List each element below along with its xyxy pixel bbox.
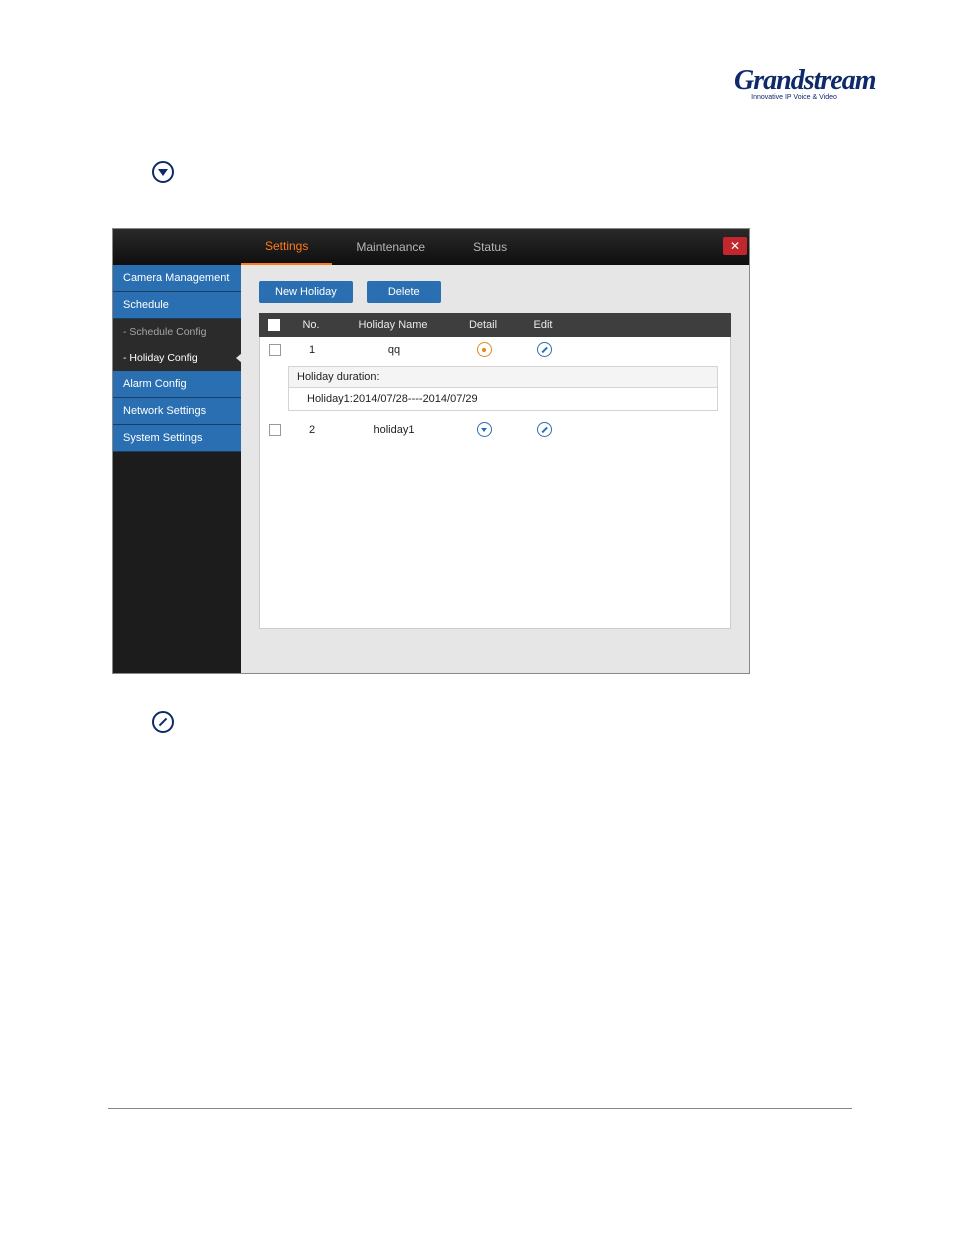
logo-brand: Grandstream bbox=[734, 70, 854, 92]
close-button[interactable]: ✕ bbox=[723, 237, 747, 255]
content-panel: New Holiday Delete No. Holiday Name Deta… bbox=[241, 265, 749, 673]
sidebar: Camera Management Schedule - Schedule Co… bbox=[113, 265, 241, 673]
footer-divider bbox=[108, 1108, 852, 1109]
table-header: No. Holiday Name Detail Edit bbox=[259, 313, 731, 337]
detail-panel: Holiday duration: Holiday1:2014/07/28---… bbox=[288, 366, 718, 411]
detail-icon[interactable] bbox=[477, 342, 492, 357]
sidebar-item-system[interactable]: System Settings bbox=[113, 425, 241, 452]
sidebar-item-camera[interactable]: Camera Management bbox=[113, 265, 241, 292]
detail-value: Holiday1:2014/07/28----2014/07/29 bbox=[288, 387, 718, 411]
cell-name: holiday1 bbox=[334, 424, 454, 436]
logo: Grandstream Innovative IP Voice & Video bbox=[734, 70, 854, 101]
row-checkbox[interactable] bbox=[269, 424, 281, 436]
select-all-checkbox[interactable] bbox=[268, 319, 280, 331]
col-detail: Detail bbox=[453, 319, 513, 331]
table-body: 1 qq Holiday duration: Holiday1:2014/07/… bbox=[259, 337, 731, 629]
logo-tagline: Innovative IP Voice & Video bbox=[734, 94, 854, 101]
row-checkbox[interactable] bbox=[269, 344, 281, 356]
sidebar-item-network[interactable]: Network Settings bbox=[113, 398, 241, 425]
top-tab-bar: Settings Maintenance Status ✕ bbox=[113, 229, 749, 265]
edit-pencil-icon bbox=[152, 711, 174, 733]
sidebar-item-alarm[interactable]: Alarm Config bbox=[113, 371, 241, 398]
new-holiday-button[interactable]: New Holiday bbox=[259, 281, 353, 303]
detail-dropdown-icon bbox=[152, 161, 174, 183]
tab-settings[interactable]: Settings bbox=[241, 229, 332, 265]
table-row: 1 qq bbox=[260, 337, 730, 362]
detail-icon[interactable] bbox=[477, 422, 492, 437]
settings-window: Settings Maintenance Status ✕ Camera Man… bbox=[112, 228, 750, 674]
tab-status[interactable]: Status bbox=[449, 229, 531, 265]
edit-icon[interactable] bbox=[537, 342, 552, 357]
tab-maintenance[interactable]: Maintenance bbox=[332, 229, 449, 265]
table-row: 2 holiday1 bbox=[260, 417, 730, 442]
detail-label: Holiday duration: bbox=[288, 366, 718, 387]
cell-name: qq bbox=[334, 344, 454, 356]
col-no: No. bbox=[289, 319, 333, 331]
close-icon: ✕ bbox=[730, 239, 740, 253]
cell-no: 1 bbox=[290, 344, 334, 356]
sidebar-item-schedule-config[interactable]: - Schedule Config bbox=[113, 319, 241, 345]
sidebar-item-schedule[interactable]: Schedule bbox=[113, 292, 241, 319]
cell-no: 2 bbox=[290, 424, 334, 436]
delete-button[interactable]: Delete bbox=[367, 281, 441, 303]
sidebar-item-holiday-config[interactable]: - Holiday Config bbox=[113, 345, 241, 371]
col-name: Holiday Name bbox=[333, 319, 453, 331]
col-edit: Edit bbox=[513, 319, 573, 331]
edit-icon[interactable] bbox=[537, 422, 552, 437]
